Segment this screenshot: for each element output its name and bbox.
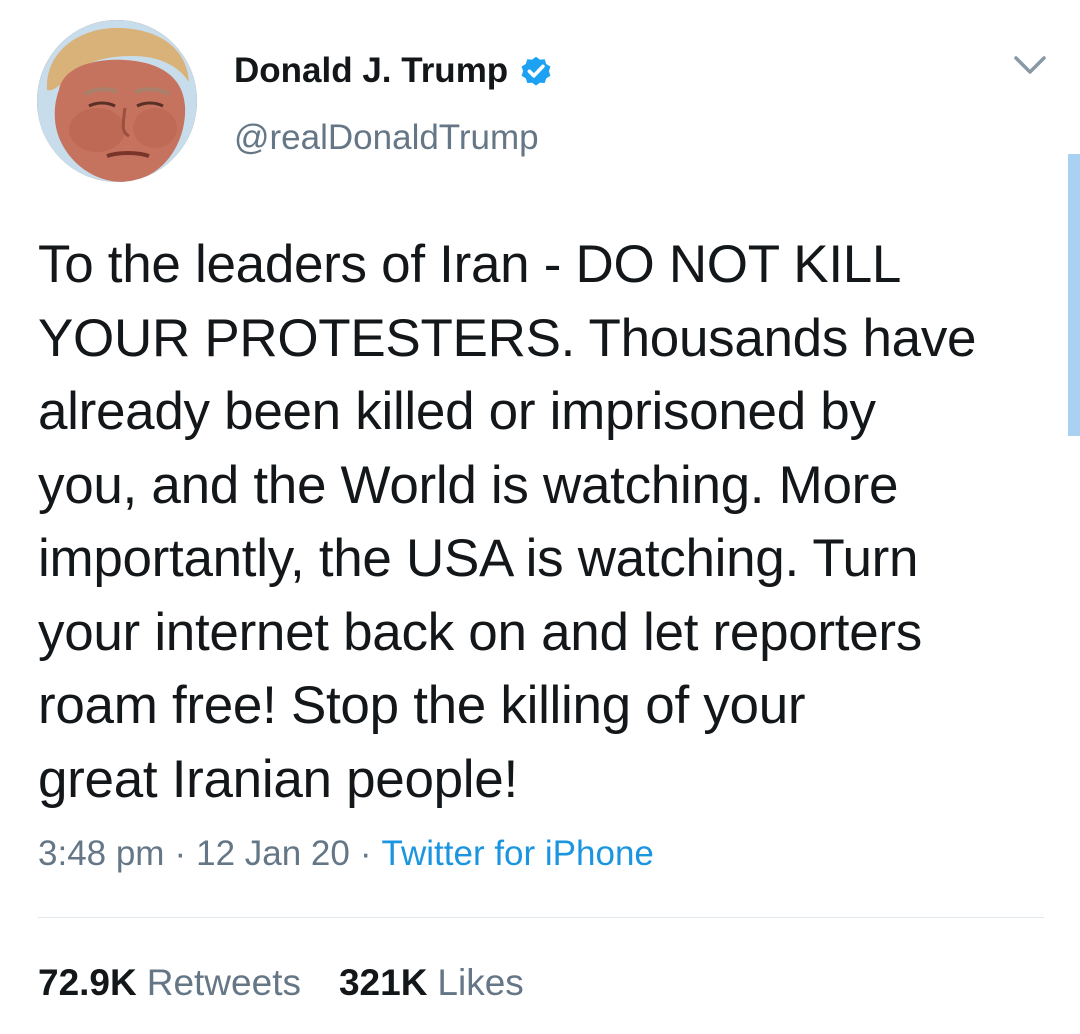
user-handle[interactable]: @realDonaldTrump — [234, 118, 539, 158]
tweet-text-line: importantly, the USA is watching. Turn — [38, 529, 919, 588]
engagement-stats: 72.9K Retweets 321K Likes — [38, 962, 524, 1004]
chevron-down-icon[interactable] — [1010, 50, 1050, 80]
profile-photo — [37, 20, 197, 182]
likes-count: 321K — [338, 962, 428, 1003]
author-name-row[interactable]: Donald J. Trump — [234, 47, 554, 95]
tweet-text-line: your internet back on and let reporters — [38, 602, 922, 662]
separator: · — [359, 834, 372, 873]
display-name[interactable]: Donald J. Trump — [234, 51, 508, 91]
likes-label: Likes — [437, 962, 524, 1003]
retweets-stat[interactable]: 72.9K Retweets — [38, 962, 301, 1004]
retweets-label: Retweets — [146, 962, 301, 1003]
tweet-text-line: roam free! Stop the killing of your — [38, 676, 806, 735]
avatar[interactable] — [37, 20, 197, 182]
tweet-text-line: already been killed or imprisoned by — [38, 382, 876, 441]
tweet-source-link[interactable]: Twitter for iPhone — [382, 834, 654, 874]
retweets-count: 72.9K — [38, 962, 137, 1003]
tweet-text-line: great Iranian people! — [38, 749, 518, 809]
tweet-card: Donald J. Trump @realDonaldTrump To the … — [0, 0, 1080, 1034]
tweet-text-line: you, and the World is watching. More — [38, 455, 899, 515]
separator: · — [174, 834, 187, 873]
tweet-metadata: 3:48 pm · 12 Jan 20 · Twitter for iPhone — [38, 834, 654, 874]
tweet-time[interactable]: 3:48 pm — [38, 834, 164, 874]
likes-stat[interactable]: 321K Likes — [339, 962, 524, 1004]
tweet-text: To the leaders of Iran - DO NOT KILL YOU… — [38, 228, 1048, 816]
divider — [38, 917, 1044, 918]
verified-badge-icon — [518, 53, 554, 89]
tweet-text-line: YOUR PROTESTERS. Thousands have — [38, 308, 977, 368]
tweet-date[interactable]: 12 Jan 20 — [196, 834, 350, 874]
tweet-text-line: To the leaders of Iran - DO NOT KILL — [38, 235, 902, 294]
scrollbar[interactable] — [1068, 154, 1080, 436]
